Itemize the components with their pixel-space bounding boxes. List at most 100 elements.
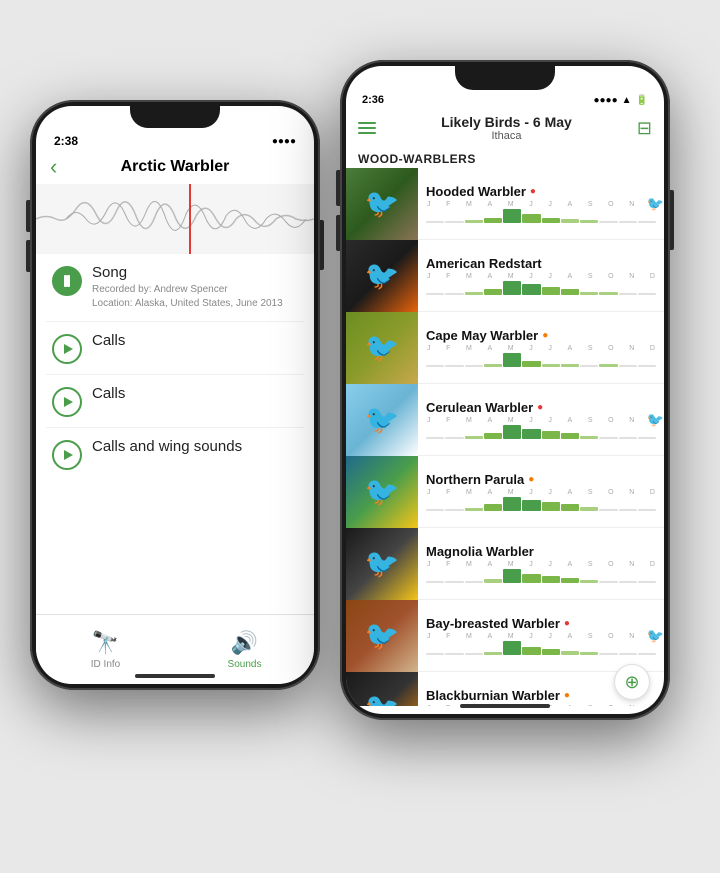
back-button[interactable]: ‹ xyxy=(50,154,57,180)
volume-up-button[interactable] xyxy=(26,200,30,232)
bar-seg-baybreast-1 xyxy=(445,653,463,655)
bird-photo-magnolia: 🐦 xyxy=(346,528,418,600)
bird-info-baybreast: Bay-breasted Warbler●JFMAMJJASOND xyxy=(418,612,664,659)
pause-button-song[interactable] xyxy=(52,266,82,296)
bird-list-item-baybreast[interactable]: 🐦Bay-breasted Warbler●JFMAMJJASOND🐦 xyxy=(346,600,664,672)
bird-list-item-capemay[interactable]: 🐦 Cape May Warbler● JFMAMJJASOND xyxy=(346,312,664,384)
bar-seg-hooded-11 xyxy=(638,221,656,223)
bar-seg-cerulean-0 xyxy=(426,437,444,439)
power-button-right[interactable] xyxy=(670,190,674,250)
phone-left: 2:38 ●●●● ‹ Arctic Warbler xyxy=(30,100,320,690)
bar-seg-redstart-8 xyxy=(580,292,598,295)
bar-seg-magnolia-7 xyxy=(561,578,579,583)
bird-name-row-magnolia: Magnolia Warbler xyxy=(426,544,656,559)
audio-item-calls-wing[interactable]: Calls and wing sounds xyxy=(46,428,304,480)
hamburger-menu[interactable] xyxy=(358,122,376,134)
scene: 2:38 ●●●● ‹ Arctic Warbler xyxy=(0,0,720,873)
waveform-display[interactable] xyxy=(36,184,314,254)
home-indicator-right xyxy=(460,704,550,708)
hamburger-line-3 xyxy=(358,132,376,134)
bar-seg-magnolia-3 xyxy=(484,579,502,583)
bar-seg-redstart-10 xyxy=(619,293,637,295)
month-labels-redstart: JFMAMJJASOND xyxy=(426,273,656,280)
audio-label-calls1: Calls xyxy=(92,332,298,349)
audio-label-calls2: Calls xyxy=(92,385,298,402)
bar-seg-baybreast-4 xyxy=(503,641,521,655)
month-labels-capemay: JFMAMJJASOND xyxy=(426,345,656,352)
play-button-calls2[interactable] xyxy=(52,387,82,417)
bird-list-item-redstart[interactable]: 🐦 American Redstart JFMAMJJASOND xyxy=(346,240,664,312)
audio-label-song: Song xyxy=(92,264,298,281)
power-button[interactable] xyxy=(320,220,324,270)
bar-seg-redstart-4 xyxy=(503,281,521,295)
bird-silhouette-baybreast: 🐦 xyxy=(647,627,664,644)
bar-seg-cerulean-10 xyxy=(619,437,637,439)
bar-seg-redstart-1 xyxy=(445,293,463,295)
bird-info-magnolia: Magnolia WarblerJFMAMJJASOND xyxy=(418,540,664,587)
bar-seg-capemay-11 xyxy=(638,365,656,367)
time-right: 2:36 xyxy=(362,94,384,106)
bird-name-row-capemay: Cape May Warbler● xyxy=(426,328,656,343)
bird-name-cerulean: Cerulean Warbler xyxy=(426,400,533,415)
signal-icon: ●●●● xyxy=(593,95,617,106)
bar-seg-baybreast-11 xyxy=(638,653,656,655)
play-icon-calls2 xyxy=(64,397,73,407)
volume-up-button-right[interactable] xyxy=(336,170,340,206)
volume-down-button[interactable] xyxy=(26,240,30,272)
bird-photo-redstart: 🐦 xyxy=(346,240,418,312)
bar-seg-baybreast-2 xyxy=(465,653,483,655)
audio-item-calls2[interactable]: Calls xyxy=(46,375,304,428)
bar-seg-nparula-5 xyxy=(522,500,540,511)
bottom-tabs-left: 🔭 ID Info 🔊 Sounds xyxy=(36,614,314,684)
time-left: 2:38 xyxy=(54,134,78,148)
bar-row-nparula xyxy=(426,497,656,511)
phone-right: 2:36 ●●●● ▲ 🔋 Likely Birds - 6 May Ithac… xyxy=(340,60,670,720)
bird-photo-inner-cerulean: 🐦 xyxy=(346,384,418,456)
bird-list-item-cerulean[interactable]: 🐦Cerulean Warbler●JFMAMJJASOND🐦 xyxy=(346,384,664,456)
notch-left xyxy=(130,106,220,128)
bird-name-capemay: Cape May Warbler xyxy=(426,328,538,343)
bird-photo-inner-capemay: 🐦 xyxy=(346,312,418,384)
phone-right-screen: 2:36 ●●●● ▲ 🔋 Likely Birds - 6 May Ithac… xyxy=(346,66,664,714)
bar-seg-cerulean-1 xyxy=(445,437,463,439)
bird-list-item-magnolia[interactable]: 🐦Magnolia WarblerJFMAMJJASOND xyxy=(346,528,664,600)
bar-seg-redstart-9 xyxy=(599,292,617,295)
hamburger-line-2 xyxy=(358,127,376,129)
tab-sounds-label: Sounds xyxy=(228,659,262,670)
bird-photo-baybreast: 🐦 xyxy=(346,600,418,672)
volume-down-button-right[interactable] xyxy=(336,215,340,251)
play-icon-calls-wing xyxy=(64,450,73,460)
bar-seg-nparula-7 xyxy=(561,504,579,511)
play-button-calls1[interactable] xyxy=(52,334,82,364)
dot-red-hooded: ● xyxy=(530,186,536,197)
audio-item-song[interactable]: Song Recorded by: Andrew Spencer Locatio… xyxy=(46,254,304,322)
filter-icon[interactable]: ⊟ xyxy=(637,118,652,139)
location-button[interactable]: ⊕ xyxy=(614,664,650,700)
bar-seg-cerulean-4 xyxy=(503,425,521,439)
bar-seg-cerulean-11 xyxy=(638,437,656,439)
play-button-calls-wing[interactable] xyxy=(52,440,82,470)
audio-item-calls1[interactable]: Calls xyxy=(46,322,304,375)
bird-list-item-hooded[interactable]: 🐦Hooded Warbler●JFMAMJJASOND🐦 xyxy=(346,168,664,240)
bar-seg-cerulean-2 xyxy=(465,436,483,439)
tab-id-info-label: ID Info xyxy=(91,659,120,670)
audio-list: Song Recorded by: Andrew Spencer Locatio… xyxy=(36,254,314,480)
bar-seg-hooded-3 xyxy=(484,218,502,223)
bird-photo-inner-nparula: 🐦 xyxy=(346,456,418,528)
bar-seg-redstart-5 xyxy=(522,284,540,295)
bar-seg-cerulean-9 xyxy=(599,437,617,439)
bar-seg-nparula-0 xyxy=(426,509,444,511)
bar-seg-redstart-6 xyxy=(542,287,560,295)
bar-seg-redstart-0 xyxy=(426,293,444,295)
bird-list-item-nparula[interactable]: 🐦Northern Parula●JFMAMJJASOND xyxy=(346,456,664,528)
bird-photo-inner-blackburn: 🐦 xyxy=(346,672,418,707)
bar-seg-cerulean-6 xyxy=(542,431,560,439)
hamburger-line-1 xyxy=(358,122,376,124)
bar-seg-capemay-1 xyxy=(445,365,463,367)
battery-icon: 🔋 xyxy=(636,95,648,106)
month-labels-hooded: JFMAMJJASOND xyxy=(426,201,656,208)
bird-name-row-cerulean: Cerulean Warbler● xyxy=(426,400,656,415)
bird-name-redstart: American Redstart xyxy=(426,256,542,271)
bar-seg-hooded-8 xyxy=(580,220,598,223)
bird-photo-nparula: 🐦 xyxy=(346,456,418,528)
